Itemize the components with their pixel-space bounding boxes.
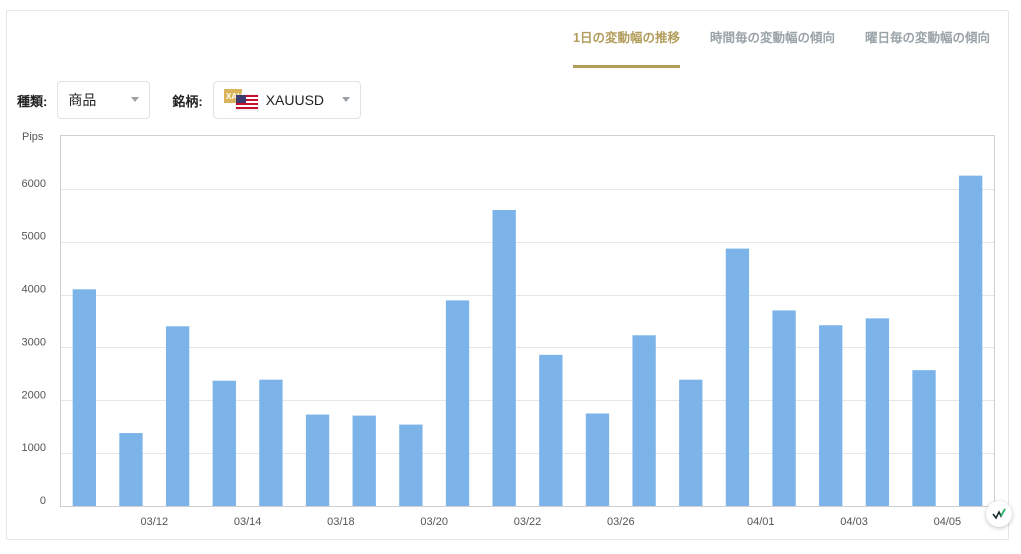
x-tick-label: 03/26 xyxy=(607,516,635,528)
y-tick-label: 4000 xyxy=(22,284,46,296)
x-tick-label: 04/05 xyxy=(934,516,962,528)
checkmark-logo-icon xyxy=(992,508,1006,520)
bar-03/11[interactable] xyxy=(72,289,96,506)
bar-04/04[interactable] xyxy=(865,318,890,506)
bar-03/14[interactable] xyxy=(212,380,236,506)
x-tick-label: 03/12 xyxy=(141,516,169,528)
bar-03/22[interactable] xyxy=(492,210,516,506)
bar-03/28[interactable] xyxy=(679,379,703,506)
bar-04/05[interactable] xyxy=(912,370,936,506)
bar-chart: Pips 0 1000 2000 3000 4000 5000 6000 03/12 03/1… xyxy=(22,131,995,528)
bar-03/21[interactable] xyxy=(445,300,470,506)
bar-03/20[interactable] xyxy=(399,424,423,506)
bar-03/15[interactable] xyxy=(259,379,283,506)
x-tick-label: 04/01 xyxy=(747,516,775,528)
bar-03/25[interactable] xyxy=(539,354,563,506)
bar-04/02[interactable] xyxy=(772,310,796,506)
y-tick-label: 6000 xyxy=(22,178,46,190)
x-tick-label: 04/03 xyxy=(840,516,868,528)
bar-03/13[interactable] xyxy=(165,326,190,506)
chart-area: Pips 0 1000 2000 3000 4000 5000 6000 03/12 03/1… xyxy=(0,0,1021,554)
bar-03/12[interactable] xyxy=(119,433,143,506)
y-tick-label: 2000 xyxy=(22,389,46,401)
y-axis-label: Pips xyxy=(22,131,44,143)
bar-03/19[interactable] xyxy=(352,415,376,506)
widget-launcher-button[interactable] xyxy=(986,501,1012,527)
y-tick-label: 3000 xyxy=(22,336,46,348)
y-tick-label: 5000 xyxy=(22,231,46,243)
y-tick-label: 1000 xyxy=(22,442,46,454)
bar-03/27[interactable] xyxy=(632,335,656,506)
bar-04/03[interactable] xyxy=(819,325,843,506)
bar-04/08[interactable] xyxy=(959,175,983,506)
bar-03/26[interactable] xyxy=(585,413,610,507)
x-tick-label: 03/18 xyxy=(327,516,355,528)
y-tick-label: 0 xyxy=(40,495,46,507)
x-tick-label: 03/20 xyxy=(420,516,448,528)
x-tick-label: 03/14 xyxy=(234,516,262,528)
plot-area-border xyxy=(60,135,995,507)
x-tick-label: 03/22 xyxy=(514,516,542,528)
bar-04/01[interactable] xyxy=(725,248,750,507)
bar-03/18[interactable] xyxy=(305,414,330,506)
